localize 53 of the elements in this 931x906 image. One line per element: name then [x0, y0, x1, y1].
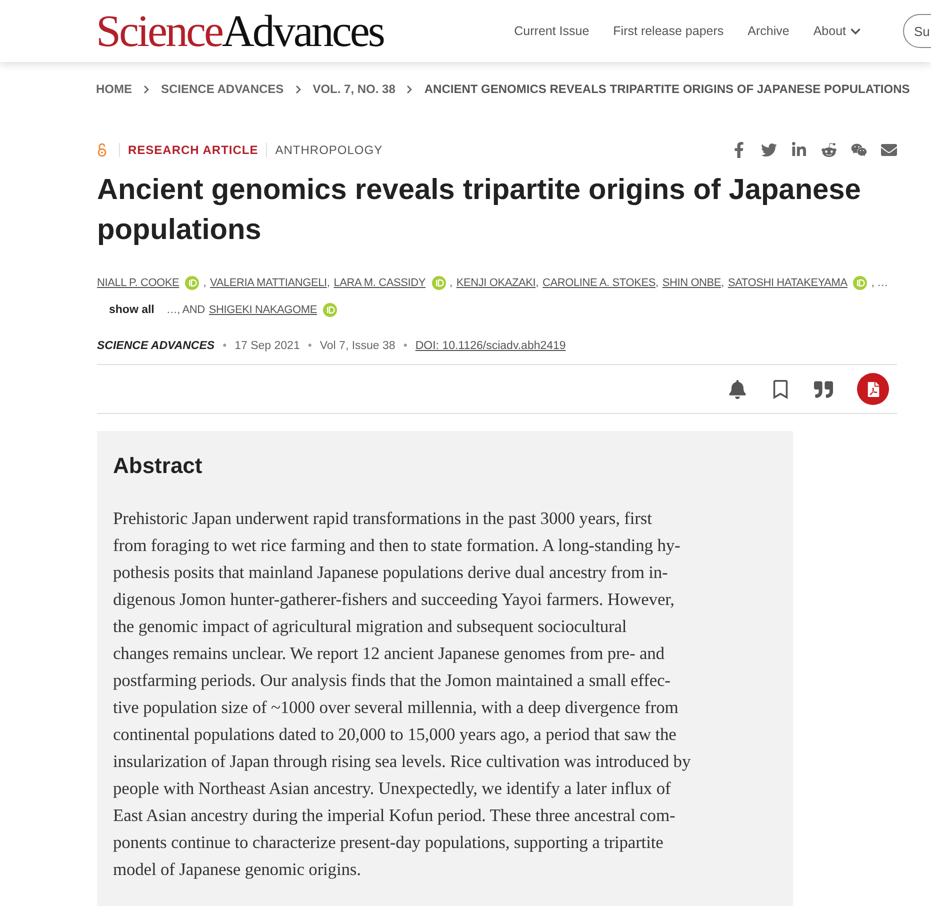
- author-link[interactable]: VALERIA MATTIANGELI: [210, 277, 327, 289]
- separator-text: ,: [721, 277, 724, 289]
- separator-dot: •: [222, 340, 227, 352]
- linkedin-icon[interactable]: [791, 142, 807, 158]
- author-link[interactable]: NIALL P. COOKE: [97, 277, 180, 289]
- pdf-button[interactable]: [857, 373, 889, 405]
- chevron-icon: [405, 84, 414, 94]
- nav-link[interactable]: Archive: [748, 24, 790, 38]
- issue-info: Vol 7, Issue 38: [320, 340, 396, 352]
- author-link[interactable]: CAROLINE A. STOKES: [542, 277, 656, 289]
- author-link[interactable]: SATOSHI HATAKEYAMA: [728, 277, 848, 289]
- show-all-button[interactable]: show all: [97, 304, 166, 316]
- separator-text: , …: [871, 277, 888, 289]
- separator-text: ,: [326, 277, 330, 289]
- author-link[interactable]: SHIGEKI NAKAGOME: [208, 304, 317, 316]
- separator-text: ,: [656, 277, 658, 289]
- separator-text: ,: [203, 277, 206, 289]
- nav-link[interactable]: First release papers: [613, 24, 724, 38]
- separator-dot: •: [403, 340, 408, 352]
- article-subject[interactable]: ANTHROPOLOGY: [266, 143, 391, 157]
- abstract-text: Prehistoric Japan underwent rapid transformations in the past 3000 years, first from foraging to wet rice farming and then to state formation. A long-standing hy- pothesis posits that mainland Japanese populations derive dual ancestry from in- digenous Jomon hunter-gatherer-fishers and succeeding Yayoi farmers. However, the genomic impact of agricultural migration and subsequent sociocultural changes remains unclear. We report 12 ancient Japanese genomes from pre- and postfarming periods. Our analysis finds that the Jomon maintained a small effec- tive population size of ~1000 over several millennia, with a deep divergence from continental populations dated to 20,000 to 15,000 years ago, a period that saw the insularization of Japan through rising sea levels. Rice cultivation was introduced by people with Northeast Asian ancestry. Unexpectedly, we identify a later influx of East Asian ancestry during the imperial Kofun period. These three ancestral com- ponents continue to characterize present-day populations, supporting a tripartite model of Japanese genomic origins.: [113, 507, 692, 881]
- nav-link[interactable]: About: [813, 24, 861, 38]
- journal-name: SCIENCE ADVANCES: [97, 340, 215, 352]
- breadcrumb-link[interactable]: SCIENCE ADVANCES: [161, 82, 284, 96]
- twitter-icon[interactable]: [761, 142, 777, 158]
- author-link[interactable]: KENJI OKAZAKI: [456, 277, 536, 289]
- article-title: Ancient genomics reveals tripartite origins of Japanese populations: [97, 173, 862, 248]
- chevron-icon: [294, 84, 303, 94]
- nav-link[interactable]: Current Issue: [514, 24, 590, 38]
- bookmark-icon[interactable]: [771, 380, 790, 398]
- logo[interactable]: ScienceAdvances: [96, 8, 384, 54]
- author-link[interactable]: SHIN ONBE: [662, 277, 722, 289]
- wechat-icon[interactable]: [851, 142, 867, 158]
- author-link[interactable]: LARA M. CASSIDY: [334, 277, 426, 289]
- header-button[interactable]: Su: [903, 14, 931, 48]
- reddit-icon[interactable]: [821, 142, 837, 158]
- pdf-file-icon: [866, 382, 880, 396]
- breadcrumb-link[interactable]: HOME: [96, 82, 132, 96]
- quote-icon[interactable]: [814, 380, 833, 398]
- separator-text: ,: [536, 277, 539, 289]
- chevron-icon: [142, 84, 151, 94]
- separator-text: ,: [450, 277, 452, 289]
- bell-icon[interactable]: [728, 380, 747, 398]
- abstract-heading: Abstract: [113, 453, 204, 479]
- separator-dot: •: [308, 340, 312, 352]
- breadcrumb-link[interactable]: ANCIENT GENOMICS REVEALS TRIPARTITE ORIGINS OF JAPANESE POPULATIONS: [424, 82, 910, 96]
- email-icon[interactable]: [881, 142, 897, 158]
- publication-date: 17 Sep 2021: [234, 340, 300, 352]
- chevron-icon[interactable]: [850, 26, 861, 36]
- separator-text: …, AND: [166, 304, 205, 316]
- breadcrumb-link[interactable]: VOL. 7, NO. 38: [312, 82, 396, 96]
- doi-link[interactable]: DOI: 10.1126/sciadv.abh2419: [415, 340, 566, 352]
- article-type: RESEARCH ARTICLE: [119, 143, 266, 157]
